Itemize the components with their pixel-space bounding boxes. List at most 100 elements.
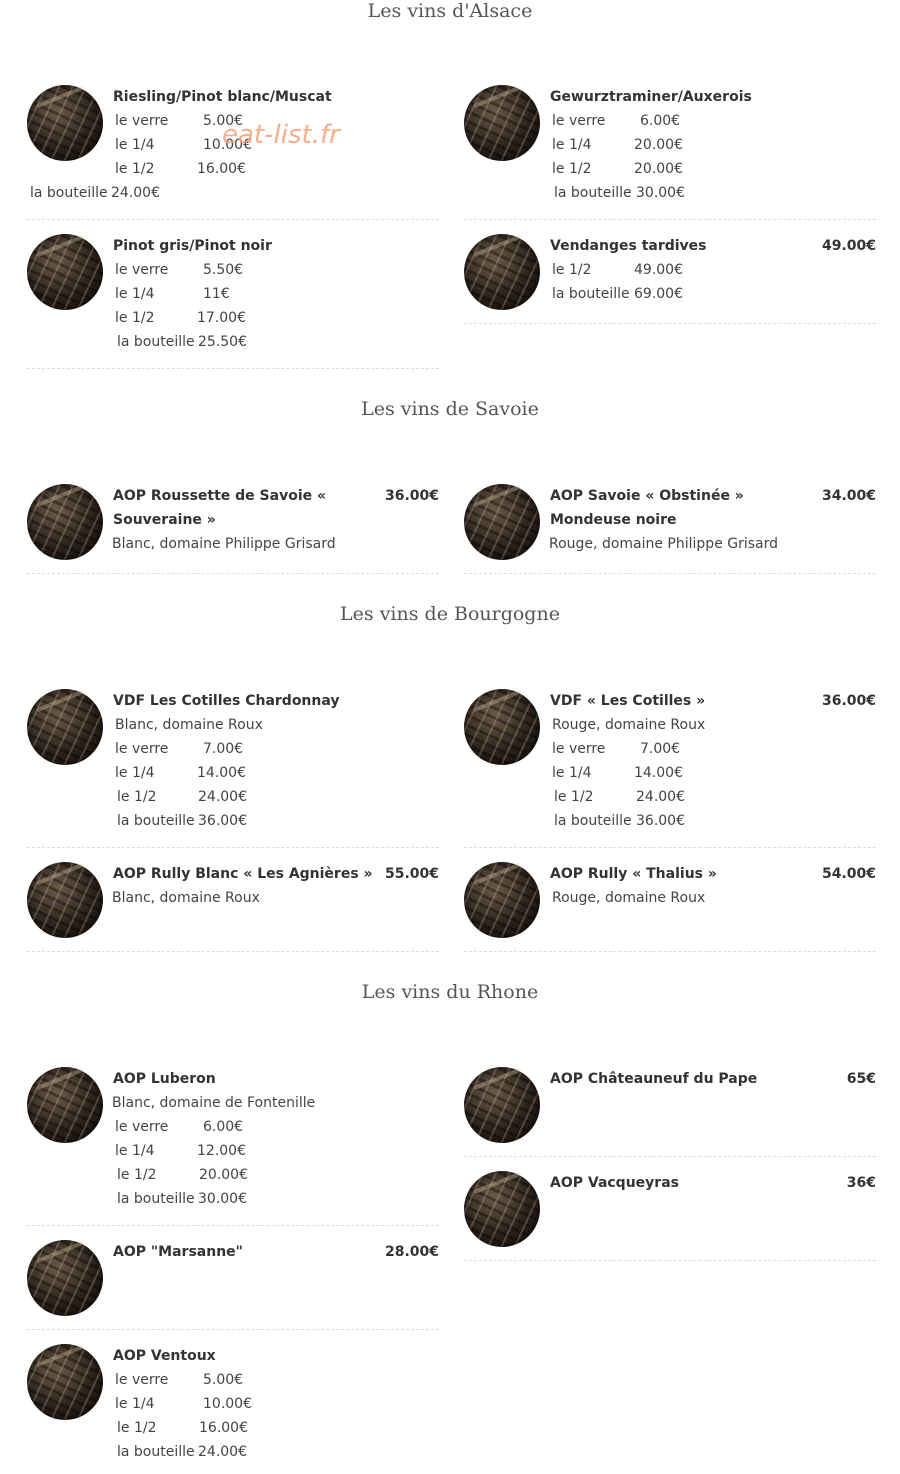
serving-label: le verre (552, 741, 606, 757)
item-description: Rouge, domaine Roux (552, 717, 706, 733)
serving-label: la bouteille (554, 813, 632, 829)
menu-item-vacqueyras: AOP Vacqueyras 36€ (464, 1171, 876, 1261)
item-name: Gewurztraminer/Auxerois (550, 89, 752, 105)
serving-price: 20.00€ (199, 1167, 248, 1183)
item-description: Rouge, domaine Philippe Grisard (549, 536, 779, 552)
serving-price: 17.00€ (197, 310, 246, 326)
item-name-continued: Souveraine » (113, 512, 216, 528)
wine-thumbnail (464, 689, 540, 765)
serving-price: 20.00€ (634, 137, 683, 153)
item-name: AOP Rully « Thalius » (550, 866, 717, 882)
serving-label: la bouteille (30, 185, 108, 201)
serving-price: 24.00€ (198, 1444, 247, 1460)
serving-price: 24.00€ (198, 789, 247, 805)
item-description: Blanc, domaine Roux (112, 890, 260, 906)
section-title-rhone: Les vins du Rhone (361, 981, 539, 1003)
item-name-continued: Mondeuse noire (550, 512, 677, 528)
wine-thumbnail (464, 234, 540, 310)
menu-item-ventoux: AOP Ventoux le verre 5.00€ le 1/4 10.00€… (27, 1344, 439, 1468)
serving-price: 11€ (203, 286, 230, 302)
menu-item-cotilles-chardonnay: VDF Les Cotilles Chardonnay Blanc, domai… (27, 689, 439, 848)
serving-label: le verre (115, 741, 169, 757)
serving-label: le 1/2 (554, 789, 594, 805)
serving-label: le 1/4 (115, 765, 155, 781)
menu-item-pinot-gris: Pinot gris/Pinot noir le verre 5.50€ le … (27, 234, 439, 369)
item-name: VDF « Les Cotilles » (550, 693, 706, 709)
serving-label: le verre (115, 1372, 169, 1388)
wine-thumbnail (464, 1067, 540, 1143)
menu-item-chateauneuf: AOP Châteauneuf du Pape 65€ (464, 1067, 876, 1157)
wine-thumbnail (27, 85, 103, 161)
menu-item-rully-blanc: AOP Rully Blanc « Les Agnières » 55.00€ … (27, 862, 439, 952)
serving-label: le verre (115, 262, 169, 278)
item-description: Blanc, domaine de Fontenille (112, 1095, 316, 1111)
wine-thumbnail (27, 862, 103, 938)
item-price: 55.00€ (384, 866, 439, 882)
item-name: AOP Luberon (113, 1071, 216, 1087)
serving-label: le 1/4 (115, 1143, 155, 1159)
serving-price: 16.00€ (197, 161, 246, 177)
serving-price: 7.00€ (640, 741, 681, 757)
serving-label: la bouteille (117, 1444, 195, 1460)
serving-price: 14.00€ (634, 765, 683, 781)
item-name: Pinot gris/Pinot noir (113, 238, 272, 254)
item-price: 65€ (846, 1071, 876, 1087)
watermark: eat-list.fr (222, 120, 340, 150)
menu-item-rully-thalius: AOP Rully « Thalius » 54.00€ Rouge, doma… (464, 862, 876, 952)
serving-label: le verre (115, 1119, 169, 1135)
item-description: Rouge, domaine Roux (552, 890, 706, 906)
item-price: 36.00€ (384, 488, 439, 504)
wine-thumbnail (27, 1240, 103, 1316)
section-title-alsace: Les vins d'Alsace (367, 0, 533, 22)
serving-price: 30.00€ (636, 185, 685, 201)
wine-thumbnail (464, 1171, 540, 1247)
menu-item-les-cotilles: VDF « Les Cotilles » 36.00€ Rouge, domai… (464, 689, 876, 848)
wine-thumbnail (27, 1067, 103, 1143)
item-description: Blanc, domaine Roux (115, 717, 263, 733)
serving-price: 24.00€ (111, 185, 160, 201)
item-price: 36€ (846, 1175, 876, 1191)
wine-thumbnail (27, 484, 103, 560)
wine-thumbnail (464, 862, 540, 938)
item-name: VDF Les Cotilles Chardonnay (113, 693, 340, 709)
serving-label: la bouteille (117, 1191, 195, 1207)
serving-price: 36.00€ (636, 813, 685, 829)
serving-price: 6.00€ (203, 1119, 244, 1135)
item-price: 36.00€ (821, 693, 876, 709)
menu-item-vendanges-tardives: Vendanges tardives 49.00€ le 1/2 49.00€ … (464, 234, 876, 324)
serving-label: le 1/2 (552, 262, 592, 278)
serving-label: la bouteille (117, 813, 195, 829)
item-price: 34.00€ (821, 488, 876, 504)
wine-thumbnail (27, 234, 103, 310)
serving-label: le verre (552, 113, 606, 129)
serving-label: le 1/2 (117, 789, 157, 805)
serving-price: 24.00€ (636, 789, 685, 805)
serving-label: la bouteille (117, 334, 195, 350)
wine-thumbnail (464, 85, 540, 161)
serving-price: 5.00€ (203, 1372, 244, 1388)
serving-price: 14.00€ (197, 765, 246, 781)
serving-label: le 1/4 (115, 1396, 155, 1412)
item-name: Vendanges tardives (550, 238, 707, 254)
serving-label: le verre (115, 113, 169, 129)
serving-price: 5.50€ (203, 262, 244, 278)
wine-thumbnail (27, 1344, 103, 1420)
item-price: 54.00€ (821, 866, 876, 882)
item-name: AOP Savoie « Obstinée » (550, 488, 744, 504)
serving-price: 20.00€ (634, 161, 683, 177)
serving-price: 69.00€ (634, 286, 683, 302)
section-title-bourgogne: Les vins de Bourgogne (340, 603, 560, 625)
serving-price: 36.00€ (198, 813, 247, 829)
item-name: AOP Vacqueyras (550, 1175, 679, 1191)
item-description: Blanc, domaine Philippe Grisard (112, 536, 336, 552)
item-name: Riesling/Pinot blanc/Muscat (113, 89, 332, 105)
wine-thumbnail (464, 484, 540, 560)
menu-item-marsanne: AOP "Marsanne" 28.00€ (27, 1240, 439, 1330)
wine-thumbnail (27, 689, 103, 765)
serving-price: 12.00€ (197, 1143, 246, 1159)
serving-price: 49.00€ (634, 262, 683, 278)
serving-price: 30.00€ (198, 1191, 247, 1207)
serving-price: 25.50€ (198, 334, 247, 350)
serving-price: 6.00€ (640, 113, 681, 129)
serving-label: le 1/4 (115, 286, 155, 302)
